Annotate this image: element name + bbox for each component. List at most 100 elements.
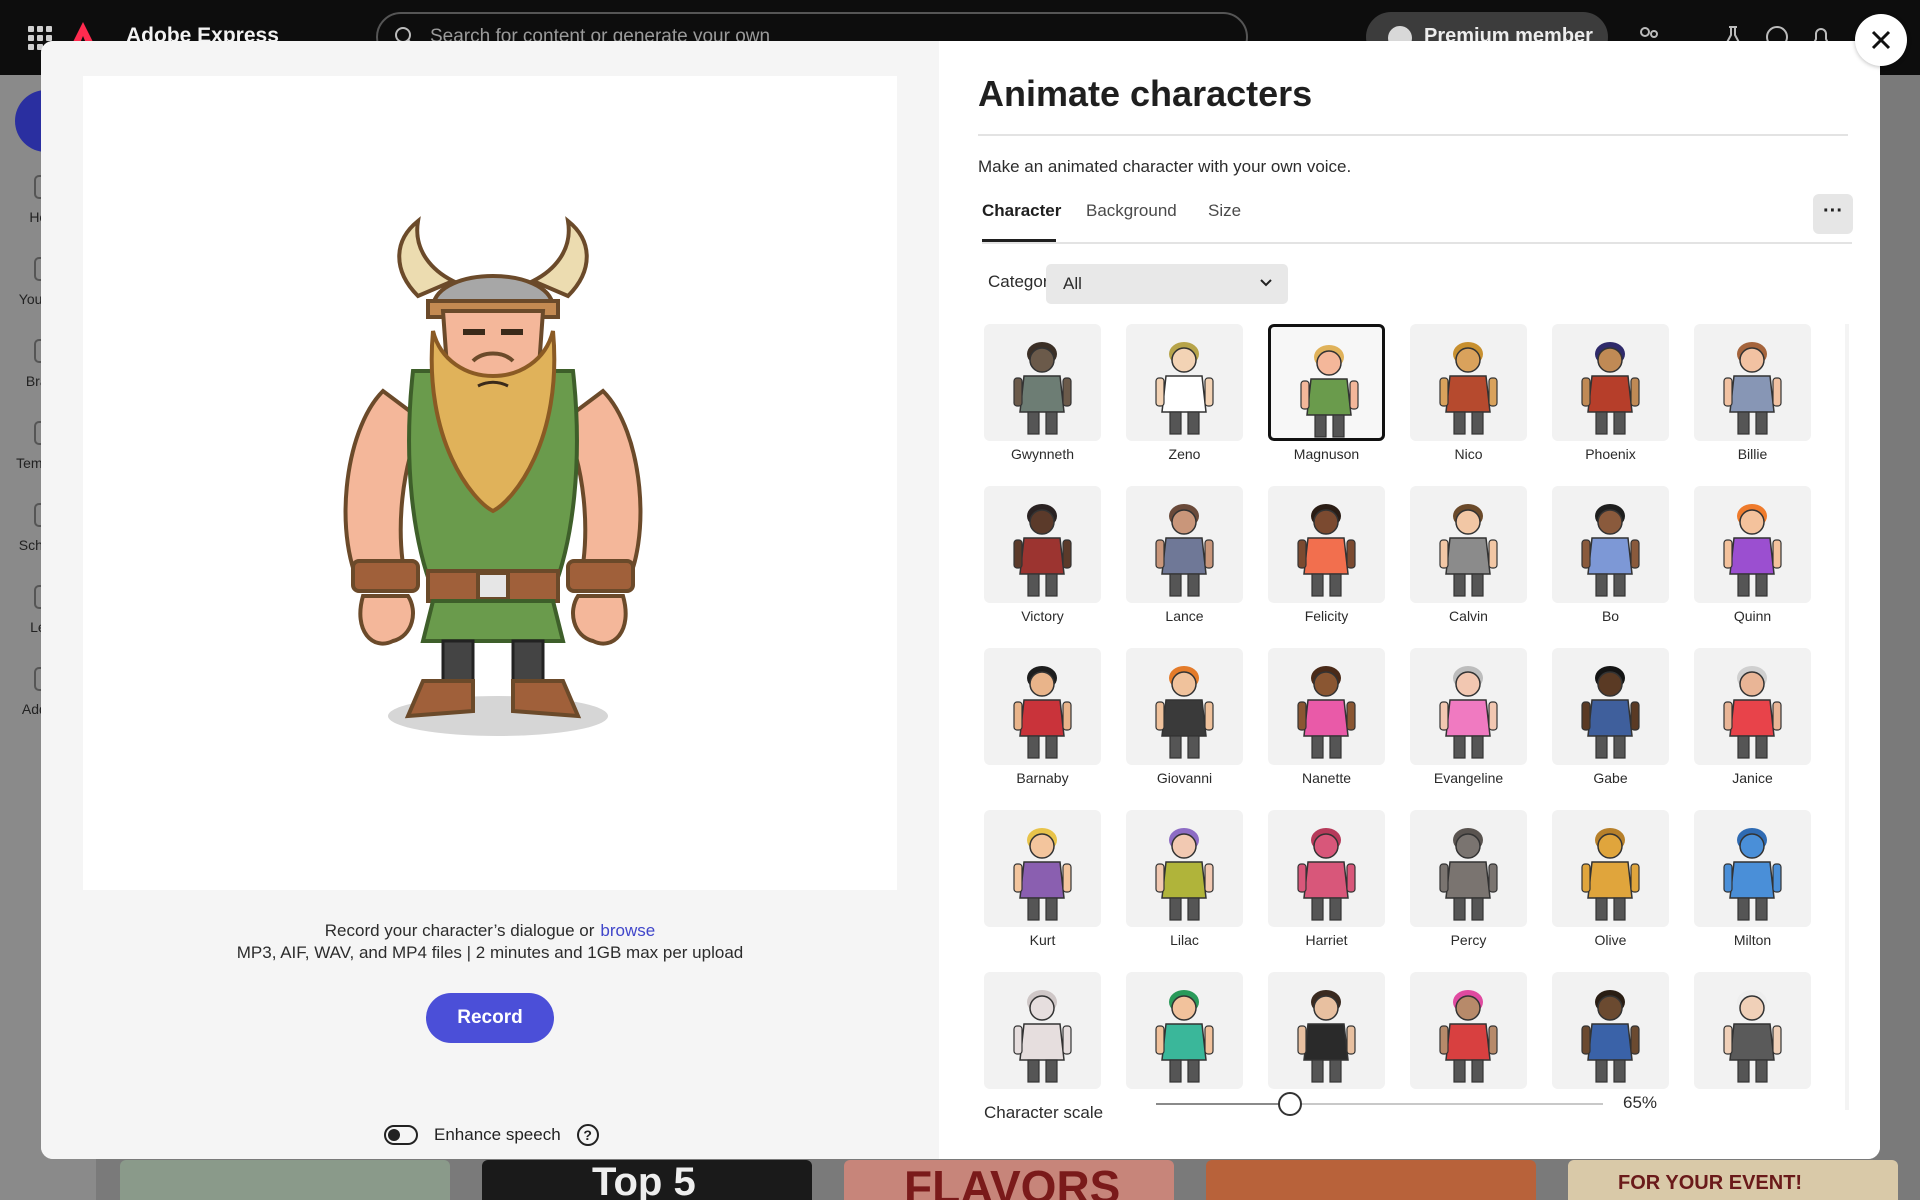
character-scale-value: 65% [1623, 1093, 1658, 1112]
scrollbar[interactable] [1845, 324, 1849, 1110]
chevron-down-icon [1260, 279, 1272, 287]
character-thumbnail [1552, 324, 1669, 441]
category-dropdown[interactable]: All [1046, 264, 1288, 304]
character-tile[interactable]: Victory [984, 486, 1101, 624]
character-name: Evangeline [1433, 770, 1504, 786]
character-preview [83, 76, 897, 890]
character-tile[interactable]: Nanette [1268, 648, 1385, 786]
character-name: Magnuson [1293, 446, 1360, 462]
character-tile[interactable]: Phoenix [1552, 324, 1669, 462]
character-tile[interactable]: Kurt [984, 810, 1101, 948]
character-figure-icon [1723, 828, 1782, 921]
character-figure-icon [1155, 504, 1214, 597]
character-name: Gwynneth [1010, 446, 1075, 462]
character-tile[interactable]: Lance [1126, 486, 1243, 624]
character-thumbnail [1126, 324, 1243, 441]
character-figure-icon [1723, 342, 1782, 435]
character-tile[interactable]: Giovanni [1126, 648, 1243, 786]
more-options-button[interactable]: ··· [1813, 194, 1853, 234]
character-name: Quinn [1733, 608, 1772, 624]
character-tile[interactable]: Barnaby [984, 648, 1101, 786]
character-name: Gabe [1593, 770, 1628, 786]
character-thumbnail [1694, 810, 1811, 927]
character-thumbnail [1552, 486, 1669, 603]
preview-panel: Record your character’s dialogue or brows… [41, 41, 939, 1159]
character-tile[interactable] [1268, 972, 1385, 1107]
browse-link[interactable]: browse [600, 921, 655, 940]
character-tile[interactable] [984, 972, 1101, 1107]
character-thumbnail [1268, 810, 1385, 927]
template-card[interactable]: Top 5 [482, 1160, 812, 1200]
character-tile[interactable] [1410, 972, 1527, 1107]
character-thumbnail [1552, 648, 1669, 765]
character-tile[interactable] [1126, 972, 1243, 1107]
character-name: Olive [1594, 932, 1627, 948]
character-tile[interactable]: Janice [1694, 648, 1811, 786]
character-figure-icon [1013, 990, 1072, 1083]
character-tile[interactable]: Evangeline [1410, 648, 1527, 786]
slider-thumb[interactable] [1278, 1092, 1303, 1116]
character-scale-label: Character scale [984, 1103, 1104, 1122]
character-figure-icon [1013, 342, 1072, 435]
character-figure-icon [1013, 828, 1072, 921]
character-thumbnail [1268, 486, 1385, 603]
tab-size[interactable]: Size [1208, 201, 1241, 242]
tab-label: Background [1086, 201, 1177, 220]
character-tile[interactable] [1694, 972, 1811, 1107]
character-name: Barnaby [1016, 770, 1069, 786]
character-tile[interactable]: Milton [1694, 810, 1811, 948]
character-thumbnail [984, 324, 1101, 441]
character-name: Lance [1165, 608, 1204, 624]
character-figure-icon [1439, 504, 1498, 597]
dialog-title: Animate characters [978, 73, 1313, 114]
character-tile[interactable]: Harriet [1268, 810, 1385, 948]
tab-background[interactable]: Background [1086, 201, 1177, 242]
enhance-speech-toggle[interactable] [384, 1125, 418, 1145]
character-tile[interactable]: Gwynneth [984, 324, 1101, 462]
question-icon[interactable]: ? [576, 1124, 599, 1146]
character-figure-icon [1439, 828, 1498, 921]
character-tile[interactable]: Zeno [1126, 324, 1243, 462]
character-figure-icon [1155, 990, 1214, 1083]
character-scale-slider[interactable] [1156, 1092, 1603, 1116]
template-card[interactable] [120, 1160, 450, 1200]
character-figure-icon [1581, 990, 1640, 1083]
character-figure-icon [1581, 666, 1640, 759]
character-tile[interactable]: Gabe [1552, 648, 1669, 786]
card-text: Top 5 [592, 1160, 696, 1200]
character-thumbnail [1552, 972, 1669, 1089]
character-tile[interactable]: Bo [1552, 486, 1669, 624]
tab-label: Character [982, 201, 1062, 220]
character-tile[interactable]: Nico [1410, 324, 1527, 462]
character-tile[interactable]: Olive [1552, 810, 1669, 948]
character-figure-icon [1155, 828, 1214, 921]
character-tile[interactable]: Magnuson [1268, 324, 1385, 462]
character-tile[interactable]: Quinn [1694, 486, 1811, 624]
character-figure-icon [1155, 666, 1214, 759]
character-name: Felicity [1304, 608, 1349, 624]
character-thumbnail [1694, 972, 1811, 1089]
enhance-speech-label: Enhance speech [434, 1125, 561, 1144]
character-tile[interactable]: Percy [1410, 810, 1527, 948]
tab-character[interactable]: Character [982, 201, 1061, 242]
character-tile[interactable] [1552, 972, 1669, 1107]
character-thumbnail [984, 486, 1101, 603]
close-button[interactable] [1855, 14, 1907, 66]
record-button[interactable]: Record [426, 993, 554, 1043]
character-tile[interactable]: Lilac [1126, 810, 1243, 948]
character-thumbnail [1410, 972, 1527, 1089]
template-card[interactable]: FLAVORS [844, 1160, 1174, 1200]
active-tab-indicator [982, 239, 1056, 242]
close-icon [1871, 30, 1891, 50]
template-card[interactable]: FOR YOUR EVENT! [1568, 1160, 1898, 1200]
character-tile[interactable]: Calvin [1410, 486, 1527, 624]
template-card[interactable] [1206, 1160, 1536, 1200]
character-thumbnail [1126, 972, 1243, 1089]
character-name: Harriet [1305, 932, 1348, 948]
character-figure-icon [1581, 504, 1640, 597]
enhance-speech-row: Enhance speech ? [384, 1122, 599, 1148]
character-name: Bo [1601, 608, 1620, 624]
character-figure-icon [1581, 828, 1640, 921]
character-tile[interactable]: Billie [1694, 324, 1811, 462]
character-tile[interactable]: Felicity [1268, 486, 1385, 624]
